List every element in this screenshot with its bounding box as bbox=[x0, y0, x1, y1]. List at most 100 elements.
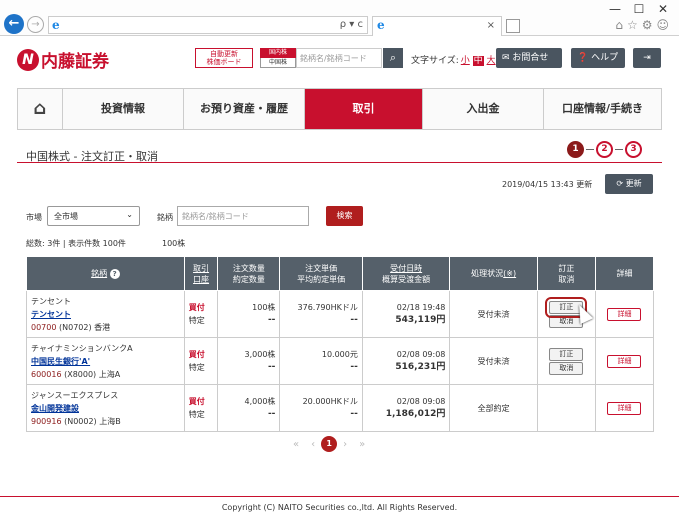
refresh-button[interactable]: ⟳ 更新 bbox=[605, 174, 653, 194]
stock-kana: チャイナミンションバンクA bbox=[31, 343, 133, 353]
minimize-button[interactable]: — bbox=[605, 2, 625, 16]
tab-close-icon[interactable]: × bbox=[487, 20, 495, 31]
cell-detail: 詳細 bbox=[594, 384, 655, 432]
font-size-control: 文字サイズ: 小 中 大 bbox=[411, 53, 496, 66]
detail-button[interactable]: 詳細 bbox=[607, 354, 642, 368]
stock-code-sub: (X8000) 上海A bbox=[64, 369, 121, 379]
browser-chrome: — ☐ ✕ ← → e ρ ▾ c e × ⌂☆⚙☺ bbox=[0, 0, 679, 36]
detail-button[interactable]: 詳細 bbox=[607, 307, 642, 321]
first-page-button[interactable]: « bbox=[293, 439, 299, 450]
header-name[interactable]: 銘柄 ? bbox=[26, 256, 185, 291]
back-arrow-icon[interactable]: ← bbox=[4, 14, 24, 34]
nav-trade[interactable]: 取引 bbox=[304, 89, 422, 129]
china-stock-tab[interactable]: 中国株 bbox=[260, 58, 296, 68]
logout-icon[interactable]: ⇥ bbox=[633, 48, 661, 68]
header-qty-2: 約定数量 bbox=[232, 274, 265, 284]
step-2: 2 bbox=[596, 141, 613, 158]
close-window-button[interactable]: ✕ bbox=[653, 2, 673, 16]
nav-investment-info[interactable]: 投資情報 bbox=[62, 89, 183, 129]
stock-link[interactable]: 金山開発建設 bbox=[31, 404, 79, 413]
trade-side: 買付 bbox=[188, 397, 205, 406]
font-size-large[interactable]: 大 bbox=[487, 56, 496, 66]
trade-side: 買付 bbox=[188, 350, 205, 359]
browser-tab[interactable]: e × bbox=[372, 16, 502, 36]
title-divider bbox=[17, 162, 662, 163]
order-date: 02/08 09:08 bbox=[396, 350, 446, 359]
stock-name-input[interactable]: 銘柄名/銘柄コード bbox=[177, 206, 309, 226]
trade-side: 買付 bbox=[188, 303, 205, 312]
cell-detail: 詳細 bbox=[594, 290, 655, 338]
nav-assets-history[interactable]: お預り資産・履歴 bbox=[183, 89, 304, 129]
market-select-value: 全市場 bbox=[54, 212, 78, 221]
nav-account-info[interactable]: 口座情報/手続き bbox=[543, 89, 661, 129]
search-icon[interactable]: ⌕ bbox=[383, 48, 403, 68]
address-bar[interactable]: e ρ ▾ c bbox=[48, 16, 368, 34]
detail-button[interactable]: 詳細 bbox=[607, 401, 642, 415]
help-button[interactable]: ❓ ヘルプ bbox=[571, 48, 625, 68]
forward-arrow-icon[interactable]: → bbox=[27, 16, 44, 33]
header-detail: 詳細 bbox=[594, 256, 655, 291]
stock-link[interactable]: テンセント bbox=[31, 310, 71, 319]
header-date[interactable]: 受付日時 概算受渡金額 bbox=[361, 256, 451, 291]
filled-qty: -- bbox=[267, 409, 276, 419]
last-page-button[interactable]: » bbox=[359, 439, 365, 450]
stock-code-sub: (N0702) 香港 bbox=[59, 322, 111, 332]
order-qty: 4,000株 bbox=[244, 397, 276, 406]
help-icon[interactable]: ? bbox=[109, 269, 120, 279]
header-status-note[interactable]: (※) bbox=[503, 269, 516, 278]
font-size-medium[interactable]: 中 bbox=[472, 56, 484, 66]
next-page-button[interactable]: › bbox=[343, 439, 347, 450]
font-size-small[interactable]: 小 bbox=[461, 56, 470, 66]
header-name-label[interactable]: 銘柄 bbox=[91, 269, 107, 278]
edit-order-button[interactable]: 訂正 bbox=[549, 347, 584, 361]
header-qty: 注文数量 約定数量 bbox=[217, 256, 281, 291]
header-action-2: 取消 bbox=[558, 274, 575, 284]
header-action-1: 訂正 bbox=[558, 263, 575, 273]
stock-kana: テンセント bbox=[31, 296, 71, 306]
browser-toolbar-icons[interactable]: ⌂☆⚙☺ bbox=[615, 18, 673, 32]
cell-action bbox=[536, 384, 596, 432]
nav-home[interactable]: ⌂ bbox=[18, 89, 62, 129]
font-size-label: 文字サイズ: bbox=[411, 56, 459, 66]
avg-price: -- bbox=[350, 315, 358, 325]
footer-divider bbox=[0, 496, 679, 497]
order-qty: 100株 bbox=[252, 303, 276, 312]
cell-account: 買付 特定 bbox=[183, 384, 219, 432]
account-type: 特定 bbox=[188, 410, 205, 419]
search-button[interactable]: 検索 bbox=[326, 206, 363, 226]
cell-status: 受付未済 bbox=[449, 337, 538, 385]
header-action: 訂正 取消 bbox=[536, 256, 596, 291]
new-tab-button[interactable] bbox=[506, 19, 520, 33]
prev-page-button[interactable]: ‹ bbox=[311, 439, 315, 450]
step-3: 3 bbox=[625, 141, 642, 158]
stock-market-toggle[interactable]: 国内株 中国株 bbox=[260, 48, 296, 68]
header-price-2: 平均約定単価 bbox=[297, 274, 346, 284]
maximize-button[interactable]: ☐ bbox=[629, 2, 649, 16]
cell-price: 20.000HKドル -- bbox=[279, 384, 363, 432]
settlement-amount: 516,231円 bbox=[395, 362, 446, 372]
market-select[interactable]: 全市場 ⌄ bbox=[47, 206, 140, 226]
name-label: 銘柄 bbox=[157, 213, 173, 222]
stock-code: 00700 bbox=[31, 322, 57, 332]
address-tools[interactable]: ρ ▾ c bbox=[340, 19, 363, 30]
cell-name: チャイナミンションバンクA 中国民生銀行'A' 600016 (X8000) 上… bbox=[26, 337, 185, 385]
site-logo[interactable]: N 内藤証券 bbox=[17, 47, 109, 72]
cancel-order-button[interactable]: 取消 bbox=[549, 361, 584, 375]
order-price: 376.790HKドル bbox=[297, 303, 358, 312]
contact-button[interactable]: ✉ お問合せ bbox=[496, 48, 562, 68]
step-separator bbox=[615, 149, 623, 150]
header-account[interactable]: 取引 口座 bbox=[183, 256, 219, 291]
stock-link[interactable]: 中国民生銀行'A' bbox=[31, 357, 90, 366]
nav-deposit-withdraw[interactable]: 入出金 bbox=[422, 89, 543, 129]
domestic-stock-tab[interactable]: 国内株 bbox=[260, 48, 296, 58]
cell-qty: 4,000株 -- bbox=[217, 384, 281, 432]
header-search-input[interactable]: 銘柄名/銘柄コード bbox=[296, 48, 382, 68]
account-type: 特定 bbox=[188, 363, 205, 372]
avg-price: -- bbox=[350, 362, 358, 372]
current-page[interactable]: 1 bbox=[321, 436, 338, 452]
step-separator bbox=[586, 149, 594, 150]
cell-status: 全部約定 bbox=[449, 384, 538, 432]
settlement-amount: 1,186,012円 bbox=[385, 409, 446, 419]
logo-mark-icon: N bbox=[17, 48, 39, 71]
auto-update-board-button[interactable]: 自動更新 株価ボード bbox=[195, 48, 253, 68]
